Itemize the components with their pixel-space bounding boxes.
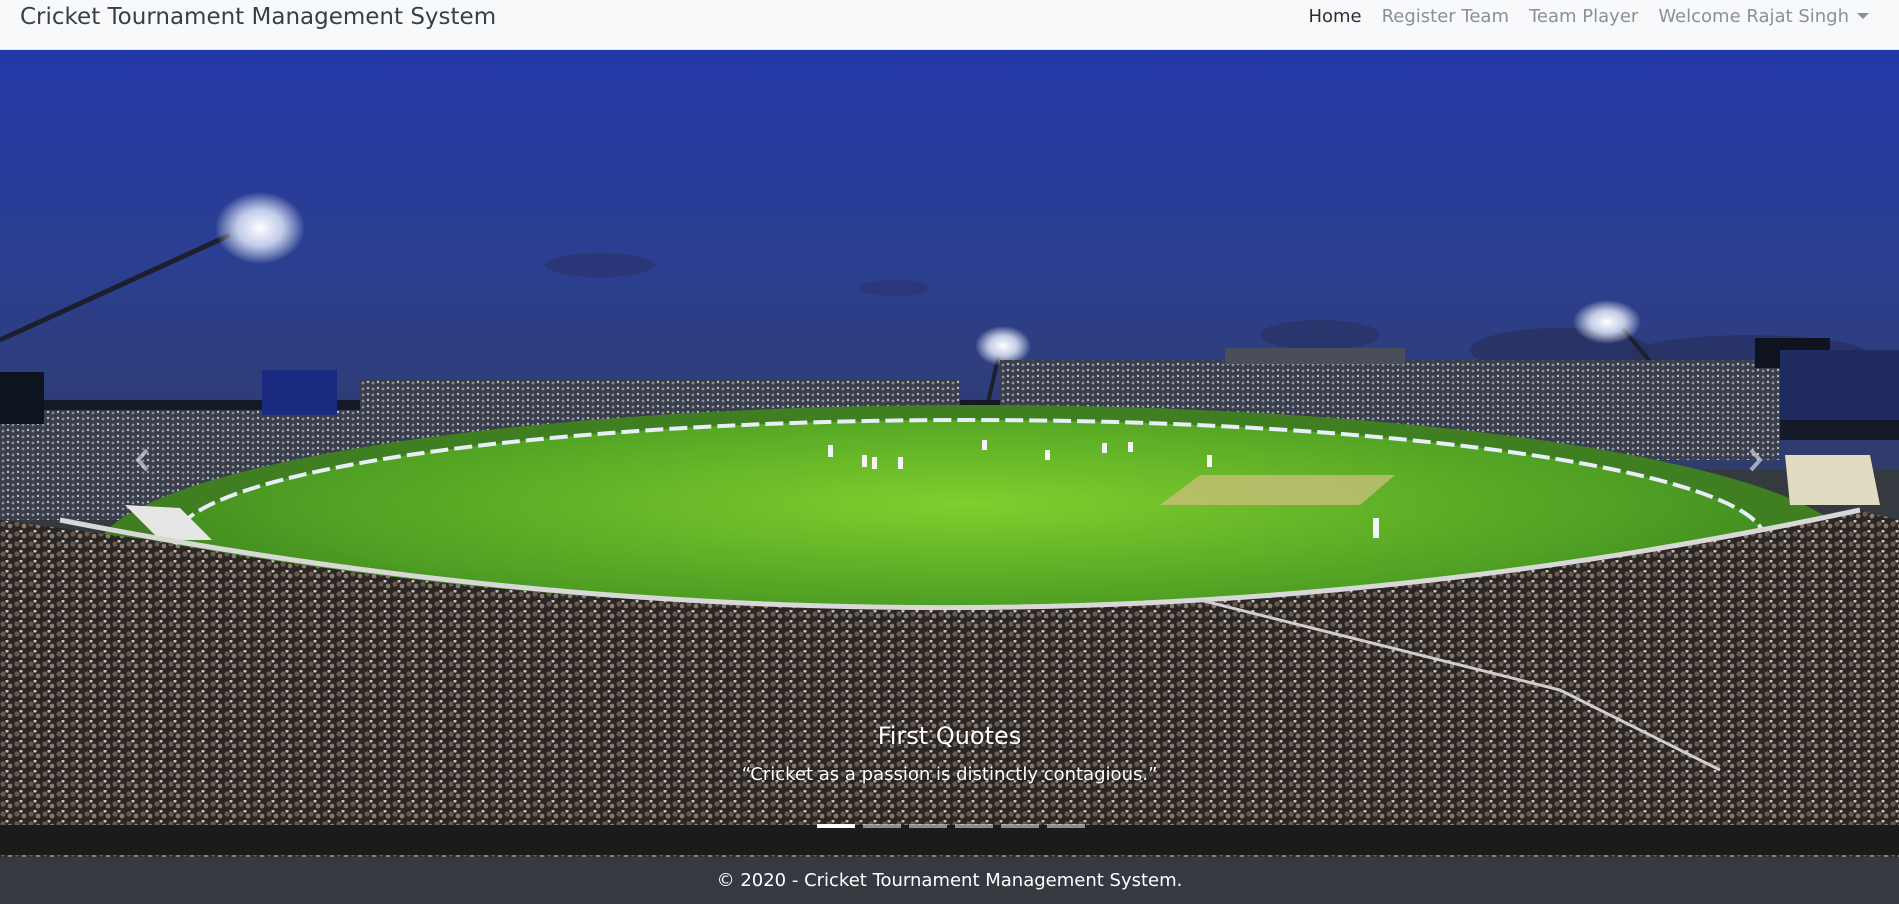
user-menu-label: Welcome Rajat Singh [1658, 6, 1849, 27]
nav-link-register-team[interactable]: Register Team [1372, 6, 1519, 27]
carousel-indicators [817, 824, 1085, 828]
carousel-prev-button[interactable] [112, 430, 172, 490]
caret-down-icon [1857, 13, 1869, 19]
carousel-indicator-4[interactable] [955, 824, 993, 828]
carousel-indicator-6[interactable] [1047, 824, 1085, 828]
footer-text: © 2020 - Cricket Tournament Management S… [716, 870, 1183, 891]
carousel-indicator-5[interactable] [1001, 824, 1039, 828]
brand-title[interactable]: Cricket Tournament Management System [20, 4, 496, 30]
carousel-next-button[interactable] [1726, 430, 1786, 490]
carousel-indicator-1[interactable] [817, 824, 855, 828]
chevron-left-icon [135, 448, 149, 472]
nav-link-team-player[interactable]: Team Player [1519, 6, 1648, 27]
nav-links: Home Register Team Team Player Welcome R… [1298, 6, 1879, 27]
hero-carousel: First Quotes “Cricket as a passion is di… [0, 50, 1899, 857]
carousel-indicator-3[interactable] [909, 824, 947, 828]
carousel-caption-title: First Quotes [877, 722, 1022, 750]
carousel-caption-text: “Cricket as a passion is distinctly cont… [741, 764, 1158, 785]
nav-link-home[interactable]: Home [1298, 6, 1371, 27]
carousel-indicator-2[interactable] [863, 824, 901, 828]
top-navbar: Cricket Tournament Management System Hom… [0, 0, 1899, 50]
footer: © 2020 - Cricket Tournament Management S… [0, 857, 1899, 904]
chevron-right-icon [1749, 448, 1763, 472]
user-menu-dropdown[interactable]: Welcome Rajat Singh [1648, 6, 1879, 27]
